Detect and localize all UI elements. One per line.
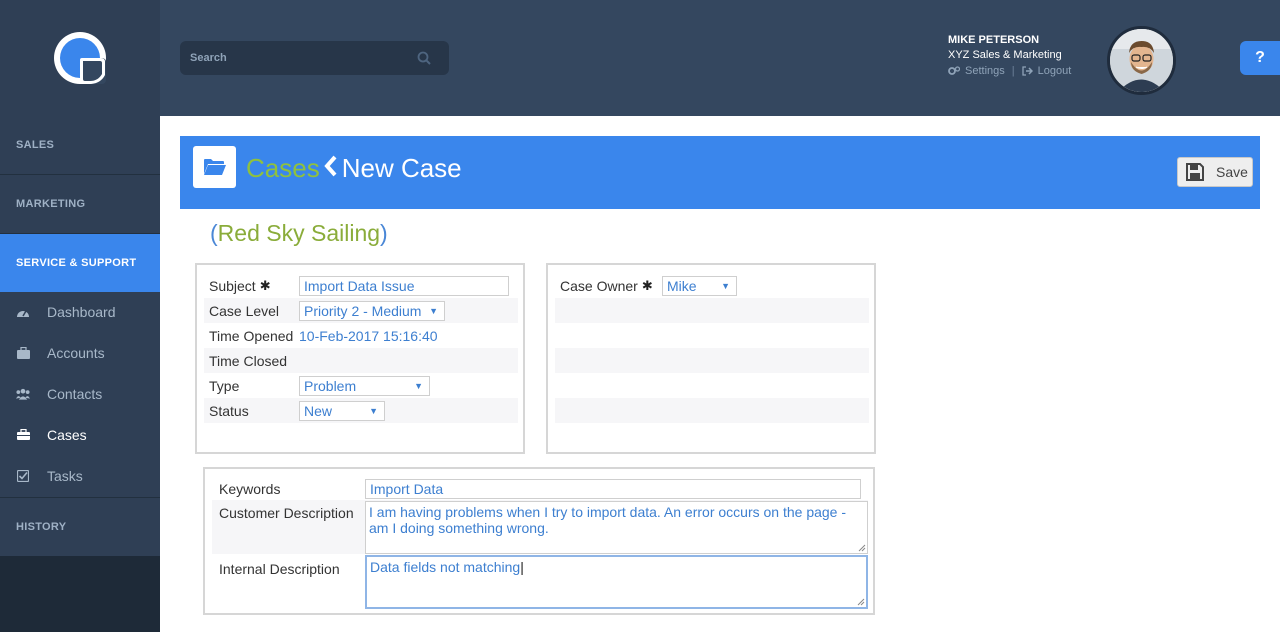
save-icon: [1186, 163, 1204, 181]
text-cursor: |: [520, 559, 524, 575]
time-opened-row: Time Opened 10-Feb-2017 15:16:40: [204, 323, 518, 348]
service-subnav: Dashboard Accounts Contacts Cases Tasks: [0, 292, 160, 498]
required-icon: ✱: [641, 277, 653, 293]
sidebar-item-label: Dashboard: [47, 304, 116, 320]
nav-section-history[interactable]: HISTORY: [0, 498, 160, 556]
sidebar-item-accounts[interactable]: Accounts: [0, 332, 160, 373]
empty-row: [555, 323, 869, 348]
sidebar-item-dashboard[interactable]: Dashboard: [0, 292, 160, 332]
avatar[interactable]: [1107, 26, 1176, 95]
logout-icon: [1021, 66, 1033, 76]
page-title: New Case: [341, 153, 462, 183]
case-owner-row: Case Owner ✱ Mike ▼: [555, 273, 869, 298]
case-level-label: Case Level: [209, 302, 280, 319]
logout-label: Logout: [1037, 65, 1072, 77]
time-closed-row: Time Closed: [204, 348, 518, 373]
save-button[interactable]: Save: [1177, 157, 1253, 187]
internal-description-row: Internal Description Data fields not mat…: [212, 554, 868, 609]
sidebar-item-tasks[interactable]: Tasks: [0, 455, 160, 496]
settings-link[interactable]: Settings: [948, 65, 1005, 77]
chevron-left-icon: [324, 153, 338, 184]
chevron-down-icon: ▼: [414, 380, 423, 391]
time-opened-label: Time Opened: [209, 327, 294, 344]
chevron-down-icon: ▼: [721, 280, 730, 291]
users-icon: [16, 387, 30, 401]
briefcase-icon: [16, 346, 30, 360]
type-row: Type Problem ▼: [204, 373, 518, 398]
case-owner-select[interactable]: Mike ▼: [662, 275, 737, 296]
subject-label: Subject ✱: [209, 277, 271, 294]
case-owner-panel: Case Owner ✱ Mike ▼: [546, 263, 876, 454]
link-separator: |: [1011, 65, 1015, 77]
internal-description-label: Internal Description: [219, 561, 340, 577]
account-name-link[interactable]: Red Sky Sailing: [218, 220, 380, 246]
logout-link[interactable]: Logout: [1021, 65, 1072, 77]
keywords-input[interactable]: Import Data: [365, 479, 861, 499]
sidebar-item-label: Accounts: [47, 344, 105, 361]
time-closed-label: Time Closed: [209, 352, 288, 369]
customer-description-label: Customer Description: [219, 505, 354, 521]
breadcrumb-cases-link[interactable]: Cases: [246, 153, 320, 184]
breadcrumb: Cases New Case: [246, 153, 462, 184]
required-icon: ✱: [259, 277, 271, 293]
nav-section-sales[interactable]: SALES: [0, 116, 160, 175]
search-icon[interactable]: [417, 51, 431, 65]
resize-grip-icon[interactable]: [857, 598, 865, 606]
nav-section-service-support[interactable]: SERVICE & SUPPORT: [0, 234, 160, 292]
subject-row: Subject ✱ Import Data Issue: [204, 273, 518, 298]
status-row: Status New ▼: [204, 398, 518, 423]
account-close-paren: ): [380, 220, 388, 246]
chevron-down-icon: ▼: [369, 405, 378, 416]
case-level-row: Case Level Priority 2 - Medium ▼: [204, 298, 518, 323]
sidebar-item-label: Cases: [47, 426, 87, 443]
help-button[interactable]: ?: [1240, 41, 1280, 75]
gears-icon: [948, 66, 960, 75]
settings-label: Settings: [965, 65, 1005, 77]
folder-icon: [193, 146, 236, 188]
description-panel: Keywords Import Data Customer Descriptio…: [203, 467, 875, 615]
save-label: Save: [1216, 164, 1248, 180]
logo-area: [0, 0, 160, 116]
nav-section-marketing[interactable]: MARKETING: [0, 175, 160, 234]
sidebar-item-cases[interactable]: Cases: [0, 414, 160, 455]
search-input[interactable]: Search: [180, 41, 449, 75]
type-label: Type: [209, 377, 240, 394]
internal-description-textarea[interactable]: Data fields not matching|: [365, 555, 868, 609]
user-links: Settings | Logout: [948, 65, 1071, 77]
chevron-down-icon: ▼: [429, 305, 438, 316]
sidebar-item-contacts[interactable]: Contacts: [0, 373, 160, 414]
case-owner-label: Case Owner ✱: [560, 277, 653, 294]
user-company: XYZ Sales & Marketing: [948, 49, 1062, 61]
sidebar: SALES MARKETING SERVICE & SUPPORT Dashbo…: [0, 0, 160, 632]
top-bar: Search MIKE PETERSON XYZ Sales & Marketi…: [160, 0, 1280, 116]
user-name: MIKE PETERSON: [948, 34, 1040, 46]
status-select[interactable]: New ▼: [299, 400, 385, 421]
sidebar-item-label: Contacts: [47, 385, 103, 402]
search-placeholder: Search: [190, 52, 227, 64]
empty-row: [555, 298, 869, 323]
empty-row: [555, 348, 869, 373]
dashboard-icon: [16, 305, 30, 319]
case-level-select[interactable]: Priority 2 - Medium ▼: [299, 300, 445, 321]
page-header: Cases New Case Save: [180, 136, 1260, 209]
checkbox-icon: [16, 469, 30, 483]
empty-row: [555, 373, 869, 398]
account-title: (Red Sky Sailing): [210, 220, 388, 247]
sidebar-item-label: Tasks: [47, 467, 83, 484]
keywords-label: Keywords: [219, 481, 281, 497]
subject-input[interactable]: Import Data Issue: [299, 275, 509, 296]
resize-grip-icon[interactable]: [858, 544, 866, 552]
case-details-panel: Subject ✱ Import Data Issue Case Level Pr…: [195, 263, 525, 454]
empty-row: [555, 398, 869, 423]
keywords-row: Keywords Import Data: [212, 479, 868, 499]
toolbox-icon: [16, 428, 30, 442]
customer-description-row: Customer Description I am having problem…: [212, 500, 868, 554]
status-label: Status: [209, 402, 249, 419]
app-logo-icon[interactable]: [51, 29, 109, 87]
customer-description-textarea[interactable]: I am having problems when I try to impor…: [365, 501, 868, 554]
type-select[interactable]: Problem ▼: [299, 375, 430, 396]
time-opened-value: 10-Feb-2017 15:16:40: [299, 327, 438, 344]
account-open-paren: (: [210, 220, 218, 246]
user-info: MIKE PETERSON XYZ Sales & Marketing Sett…: [948, 34, 1071, 77]
